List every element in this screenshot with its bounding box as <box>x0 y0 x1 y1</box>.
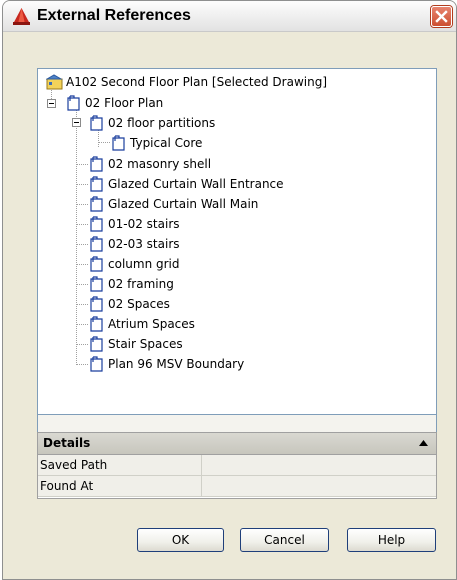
tree-item-label: 02 masonry shell <box>108 157 212 171</box>
tree-connector <box>76 264 88 265</box>
xref-drawing-icon <box>90 296 103 312</box>
tree-item-label: Typical Core <box>130 136 203 150</box>
tree-item-label: 02-03 stairs <box>108 237 180 251</box>
tree-connector <box>76 284 88 285</box>
tree-item-label: 02 Floor Plan <box>85 96 164 110</box>
tree-item-label: Glazed Curtain Wall Main <box>108 197 259 211</box>
property-value <box>201 476 436 496</box>
collapse-toggle[interactable] <box>47 99 56 108</box>
tree-item-label: Glazed Curtain Wall Entrance <box>108 177 284 191</box>
property-value <box>201 455 436 475</box>
drawing-root-icon <box>46 74 63 90</box>
tree-connector <box>76 244 88 245</box>
details-row-saved-path[interactable]: Saved Path <box>38 455 436 476</box>
xref-drawing-icon <box>90 256 103 272</box>
tree-item-label: Atrium Spaces <box>108 317 195 331</box>
xref-drawing-icon <box>90 176 103 192</box>
tree-connector <box>98 129 99 147</box>
property-name: Saved Path <box>40 458 108 472</box>
tree-item-label: Stair Spaces <box>108 337 183 351</box>
tree-scroll-area[interactable] <box>37 415 437 432</box>
xref-drawing-icon <box>112 135 125 151</box>
xref-drawing-icon <box>90 196 103 212</box>
tree-connector <box>76 184 88 185</box>
dialog-title: External References <box>37 7 191 24</box>
xref-tree-view[interactable]: A102 Second Floor Plan [Selected Drawing… <box>37 68 437 415</box>
cancel-button[interactable]: Cancel <box>240 528 329 552</box>
tree-connector <box>76 344 88 345</box>
tree-item-label: Plan 96 MSV Boundary <box>108 357 245 371</box>
tree-item-label: 02 Spaces <box>108 297 170 311</box>
details-row-found-at[interactable]: Found At <box>38 476 436 497</box>
collapse-up-icon[interactable] <box>419 440 428 446</box>
tree-item-label: 02 floor partitions <box>108 116 216 130</box>
tree-connector <box>76 224 88 225</box>
tree-connector <box>76 107 77 365</box>
collapse-toggle[interactable] <box>72 118 81 127</box>
close-icon <box>435 10 448 23</box>
tree-connector <box>76 164 88 165</box>
tree-connector <box>76 324 88 325</box>
details-header[interactable]: Details <box>38 433 436 455</box>
tree-item-label: A102 Second Floor Plan [Selected Drawing… <box>66 75 328 89</box>
tree-item-label: column grid <box>108 257 180 271</box>
xref-drawing-icon <box>67 95 80 111</box>
xref-drawing-icon <box>90 356 103 372</box>
autocad-app-icon <box>13 8 30 25</box>
ok-button[interactable]: OK <box>137 528 224 552</box>
xref-drawing-icon <box>90 336 103 352</box>
xref-drawing-icon <box>90 236 103 252</box>
xref-drawing-icon <box>90 216 103 232</box>
xref-drawing-icon <box>90 156 103 172</box>
close-button[interactable] <box>431 6 452 27</box>
tree-item-label: 01-02 stairs <box>108 217 180 231</box>
tree-connector <box>76 204 88 205</box>
details-panel: Details Saved Path Found At <box>37 432 437 499</box>
tree-item-label: 02 framing <box>108 277 174 291</box>
tree-connector <box>76 304 88 305</box>
xref-drawing-icon <box>90 276 103 292</box>
details-title: Details <box>43 436 91 450</box>
property-name: Found At <box>40 479 94 493</box>
title-bar[interactable]: External References <box>3 1 456 32</box>
tree-connector <box>98 142 110 143</box>
tree-connector <box>76 364 88 365</box>
external-references-dialog: External References A102 Second Floor Pl… <box>2 0 457 580</box>
help-button[interactable]: Help <box>347 528 436 552</box>
xref-drawing-icon <box>90 316 103 332</box>
xref-drawing-icon <box>90 115 103 131</box>
